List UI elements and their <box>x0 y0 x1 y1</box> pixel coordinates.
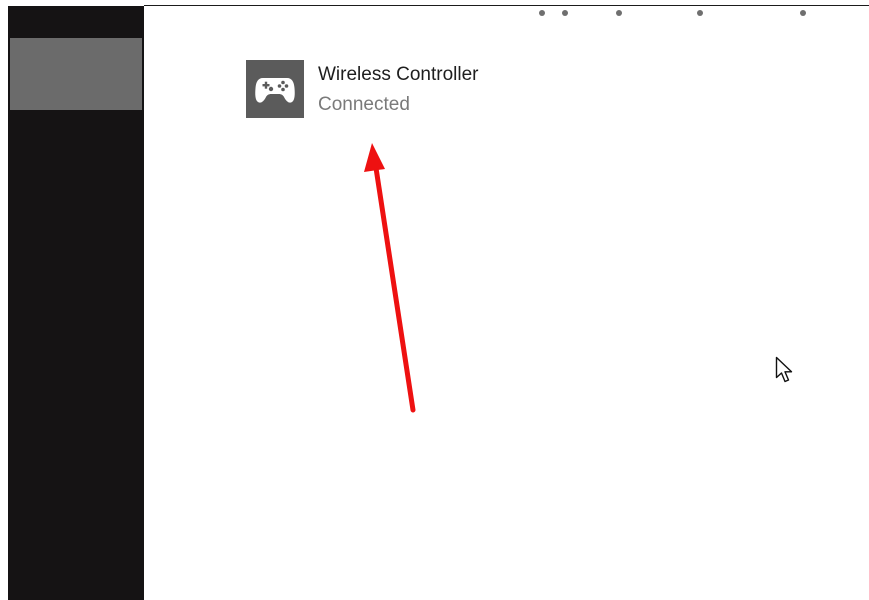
arrow-head <box>364 143 385 172</box>
arrow-shaft <box>373 165 416 413</box>
annotation-arrow <box>364 143 416 413</box>
mouse-pointer-icon <box>775 356 793 383</box>
